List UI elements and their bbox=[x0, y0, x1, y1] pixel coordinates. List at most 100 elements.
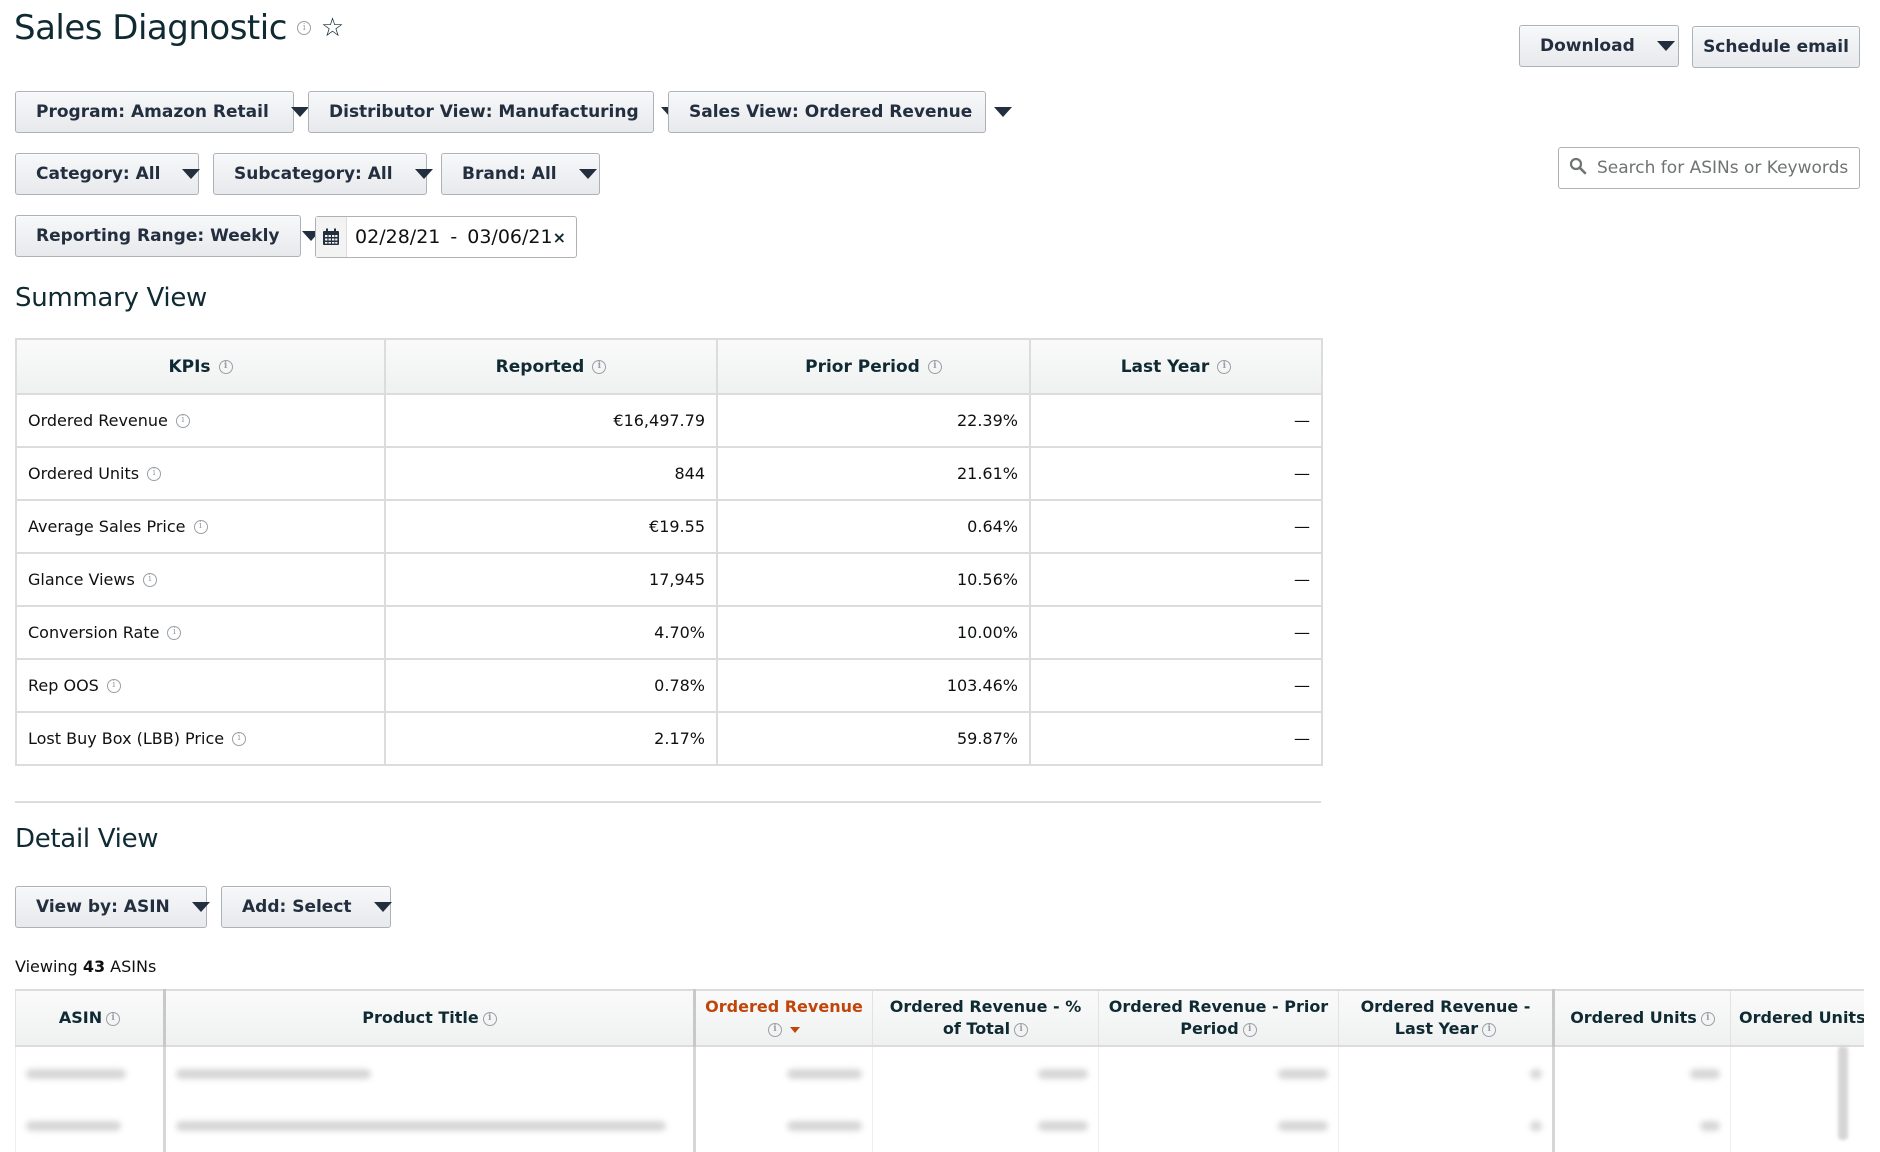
redacted-cell bbox=[872, 1099, 1099, 1152]
add-column-dropdown[interactable]: Add: Select bbox=[221, 886, 392, 928]
table-row[interactable] bbox=[15, 1046, 1864, 1099]
summary-row: Conversion Rate i 4.70% 10.00% — bbox=[15, 605, 1323, 660]
schedule-email-button[interactable]: Schedule email bbox=[1692, 26, 1860, 68]
reported-value: €16,497.79 bbox=[384, 393, 718, 448]
redacted-cell bbox=[1098, 1099, 1339, 1152]
column-header-ordered-units[interactable]: Ordered Units i bbox=[1552, 989, 1731, 1047]
detail-table: ASIN i Product Title i Ordered Revenue i Or… bbox=[15, 989, 1864, 1152]
favorite-star-icon[interactable]: ☆ bbox=[321, 13, 344, 43]
column-label: Prior Period bbox=[805, 356, 920, 377]
info-icon[interactable]: i bbox=[147, 466, 162, 481]
viewing-count: 43 bbox=[82, 957, 106, 976]
column-header-asin[interactable]: ASIN i bbox=[15, 989, 165, 1047]
info-icon[interactable]: i bbox=[193, 519, 208, 534]
column-header-ordered-revenue-last-year[interactable]: Ordered Revenue - Last Year i bbox=[1338, 989, 1554, 1047]
category-dropdown[interactable]: Category: All bbox=[15, 153, 201, 195]
program-dropdown[interactable]: Program: Amazon Retail bbox=[15, 91, 309, 133]
chevron-down-icon bbox=[414, 169, 433, 179]
table-row[interactable] bbox=[15, 1099, 1864, 1152]
summary-row: Lost Buy Box (LBB) Price i 2.17% 59.87% — bbox=[15, 711, 1323, 766]
download-button[interactable]: Download bbox=[1519, 25, 1679, 67]
column-header-reported: Reported i bbox=[384, 338, 718, 395]
info-icon[interactable]: i bbox=[106, 1011, 121, 1026]
kpi-name: Glance Views bbox=[28, 570, 135, 589]
search-input[interactable]: Search for ASINs or Keywords bbox=[1558, 147, 1860, 189]
info-icon[interactable]: i bbox=[768, 1022, 782, 1037]
reporting-range-label: Reporting Range: Weekly bbox=[36, 226, 280, 246]
info-icon[interactable]: i bbox=[1482, 1022, 1497, 1037]
reported-value: 0.78% bbox=[384, 658, 718, 713]
kpi-name-cell: Ordered Units i bbox=[15, 446, 386, 501]
column-header-ordered-units-pct-total[interactable]: Ordered Units - % of Totali bbox=[1730, 989, 1864, 1047]
redacted-cell bbox=[693, 1099, 873, 1152]
column-label: KPIs bbox=[168, 356, 211, 377]
chevron-down-icon bbox=[373, 902, 392, 912]
info-icon[interactable]: i bbox=[142, 572, 157, 587]
brand-dropdown[interactable]: Brand: All bbox=[441, 153, 600, 195]
reported-value: 4.70% bbox=[384, 605, 718, 660]
viewing-count-text: Viewing 43 ASINs bbox=[15, 957, 156, 976]
reported-value: 2.17% bbox=[384, 711, 718, 766]
column-header-ordered-revenue-pct-total[interactable]: Ordered Revenue - % of Total i bbox=[872, 989, 1099, 1047]
column-label: Reported bbox=[495, 356, 585, 377]
info-icon[interactable]: i bbox=[1242, 1022, 1257, 1037]
info-icon[interactable]: i bbox=[218, 359, 233, 374]
column-label: Ordered Units - % of Total bbox=[1739, 1008, 1864, 1028]
table-scrollbar[interactable] bbox=[1838, 1046, 1848, 1140]
redacted-cell bbox=[1098, 1046, 1339, 1099]
info-icon[interactable]: i bbox=[592, 359, 607, 374]
column-header-ordered-revenue-prior-period[interactable]: Ordered Revenue - Prior Period i bbox=[1098, 989, 1339, 1047]
column-label: ASIN bbox=[58, 1008, 103, 1028]
info-icon[interactable]: i bbox=[1700, 1011, 1715, 1026]
prior-period-change: 10.56% bbox=[716, 552, 1031, 607]
view-by-dropdown[interactable]: View by: ASIN bbox=[15, 886, 210, 928]
reporting-range-dropdown[interactable]: Reporting Range: Weekly bbox=[15, 215, 320, 257]
page-title-group: Sales Diagnostic i ☆ bbox=[14, 8, 344, 48]
date-separator: - bbox=[450, 226, 458, 248]
summary-row: Glance Views i 17,945 10.56% — bbox=[15, 552, 1323, 607]
redacted-cell bbox=[163, 1099, 695, 1152]
program-label: Program: Amazon Retail bbox=[36, 102, 269, 122]
redacted-cell bbox=[15, 1046, 165, 1099]
info-icon[interactable]: i bbox=[482, 1011, 497, 1026]
info-icon[interactable]: i bbox=[296, 21, 311, 35]
last-year-value: — bbox=[1029, 711, 1323, 766]
distributor-view-dropdown[interactable]: Distributor View: Manufacturing bbox=[308, 91, 679, 133]
last-year-value: — bbox=[1029, 499, 1323, 554]
date-range-values[interactable]: 02/28/21 - 03/06/21 bbox=[347, 217, 553, 257]
start-date-input[interactable]: 02/28/21 bbox=[355, 226, 440, 248]
summary-table: KPIs i Reported i Prior Period i Last Year i… bbox=[15, 338, 1323, 766]
column-label: Ordered Revenue - Prior Period bbox=[1108, 997, 1329, 1038]
column-header-last-year: Last Year i bbox=[1029, 338, 1323, 395]
sort-descending-icon[interactable] bbox=[790, 1026, 800, 1033]
column-header-ordered-revenue[interactable]: Ordered Revenue i bbox=[693, 989, 873, 1047]
kpi-name: Average Sales Price bbox=[28, 517, 186, 536]
calendar-icon[interactable] bbox=[316, 217, 348, 257]
chevron-down-icon bbox=[191, 902, 210, 912]
info-icon[interactable]: i bbox=[1217, 359, 1232, 374]
reported-value: 17,945 bbox=[384, 552, 718, 607]
category-label: Category: All bbox=[36, 164, 161, 184]
info-icon[interactable]: i bbox=[175, 413, 190, 428]
sales-view-label: Sales View: Ordered Revenue bbox=[689, 102, 973, 122]
brand-label: Brand: All bbox=[462, 164, 557, 184]
last-year-value: — bbox=[1029, 446, 1323, 501]
info-icon[interactable]: i bbox=[167, 625, 182, 640]
info-icon[interactable]: i bbox=[927, 359, 942, 374]
prior-period-change: 0.64% bbox=[716, 499, 1031, 554]
end-date-input[interactable]: 03/06/21 bbox=[467, 226, 552, 248]
column-header-product-title[interactable]: Product Title i bbox=[163, 989, 695, 1047]
info-icon[interactable]: i bbox=[232, 731, 247, 746]
subcategory-dropdown[interactable]: Subcategory: All bbox=[213, 153, 433, 195]
summary-row: Ordered Revenue i €16,497.79 22.39% — bbox=[15, 393, 1323, 448]
sales-view-dropdown[interactable]: Sales View: Ordered Revenue bbox=[668, 91, 1013, 133]
info-icon[interactable]: i bbox=[1014, 1022, 1029, 1037]
search-icon bbox=[1569, 157, 1587, 180]
view-by-label: View by: ASIN bbox=[36, 897, 170, 917]
kpi-name-cell: Lost Buy Box (LBB) Price i bbox=[15, 711, 386, 766]
date-range-picker[interactable]: 02/28/21 - 03/06/21 × bbox=[315, 216, 577, 258]
kpi-name-cell: Glance Views i bbox=[15, 552, 386, 607]
info-icon[interactable]: i bbox=[106, 678, 121, 693]
kpi-name-cell: Rep OOS i bbox=[15, 658, 386, 713]
clear-date-icon[interactable]: × bbox=[553, 217, 576, 257]
